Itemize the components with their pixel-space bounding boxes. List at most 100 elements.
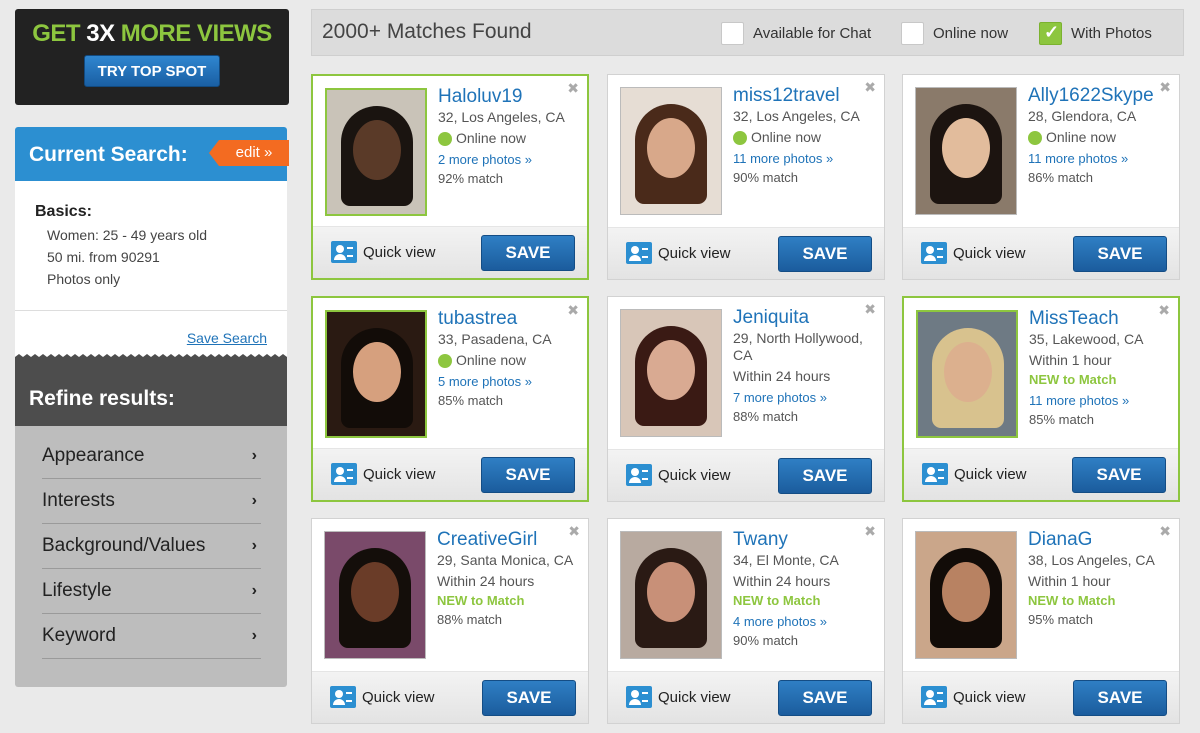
quick-view-button[interactable]: Quick view [626,242,731,264]
save-button[interactable]: SAVE [778,236,872,272]
photo-background [916,532,1016,658]
more-photos-link[interactable]: 2 more photos » [438,151,583,168]
quick-view-label: Quick view [658,688,731,706]
profile-name[interactable]: MissTeach [1029,308,1174,330]
photo-background [327,90,425,214]
card-footer: Quick view SAVE [312,671,588,723]
checkbox-checked[interactable] [1039,21,1062,45]
save-button[interactable]: SAVE [1072,457,1166,493]
filter-with-photos[interactable]: With Photos [1039,20,1152,46]
more-photos-link[interactable]: 11 more photos » [733,150,878,167]
refine-label: Lifestyle [42,580,112,601]
match-percent: 88% match [437,612,503,627]
save-button[interactable]: SAVE [482,680,576,716]
card-footer: Quick view SAVE [904,448,1178,500]
profile-card[interactable]: ✖ MissTeach 35, Lakewood, CA Within 1 hour N… [902,296,1180,502]
quick-view-button[interactable]: Quick view [922,463,1027,485]
profile-name[interactable]: miss12travel [733,85,878,107]
refine-item-background-values[interactable]: Background/Values › [42,524,261,569]
card-footer: Quick view SAVE [903,671,1179,723]
photo-face [353,342,401,402]
profile-photo[interactable] [620,87,722,215]
quick-view-button[interactable]: Quick view [626,464,731,486]
profile-photo[interactable] [620,309,722,437]
quick-view-button[interactable]: Quick view [330,686,435,708]
quick-view-button[interactable]: Quick view [921,686,1026,708]
status-text: Online now [751,129,822,145]
profile-card[interactable]: ✖ miss12travel 32, Los Angeles, CA Online n… [607,74,885,280]
quick-view-label: Quick view [363,465,436,483]
profile-name[interactable]: Haloluv19 [438,86,583,108]
profile-name[interactable]: Ally1622Skype [1028,85,1173,107]
profile-location: 29, North Hollywood, CA [733,330,863,363]
save-search-link[interactable]: Save Search [187,330,267,346]
profile-card-icon [922,463,948,485]
profile-photo[interactable] [324,531,426,659]
profile-photo[interactable] [916,310,1018,438]
checkbox[interactable] [901,21,924,45]
profile-info: DianaG 38, Los Angeles, CA Within 1 hour NE… [1028,529,1173,628]
edit-search-button[interactable]: edit » [209,140,289,166]
divider [15,310,287,311]
profile-photo[interactable] [915,87,1017,215]
match-percent: 90% match [733,170,799,185]
save-button[interactable]: SAVE [481,235,575,271]
profile-card[interactable]: ✖ CreativeGirl 29, Santa Monica, CA Within … [311,518,589,724]
profile-info: Jeniquita 29, North Hollywood, CA Within 2… [733,307,878,425]
save-button[interactable]: SAVE [481,457,575,493]
status-text: Online now [456,352,527,368]
profile-card[interactable]: ✖ tubastrea 33, Pasadena, CA Online now 5 mo… [311,296,589,502]
save-button[interactable]: SAVE [778,458,872,494]
profile-name[interactable]: Jeniquita [733,307,878,329]
profile-photo[interactable] [325,310,427,438]
refine-item-appearance[interactable]: Appearance › [42,434,261,479]
profile-name[interactable]: DianaG [1028,529,1173,551]
promo-banner[interactable]: GET 3X MORE VIEWS TRY TOP SPOT [15,9,289,105]
quick-view-button[interactable]: Quick view [331,463,436,485]
profile-location: 29, Santa Monica, CA [437,552,574,568]
photo-face [942,118,990,178]
refine-item-interests[interactable]: Interests › [42,479,261,524]
card-footer: Quick view SAVE [903,227,1179,279]
checkbox[interactable] [721,21,744,45]
profile-card[interactable]: ✖ Twany 34, El Monte, CA Within 24 hours NEW… [607,518,885,724]
save-button[interactable]: SAVE [778,680,872,716]
more-photos-link[interactable]: 11 more photos » [1029,392,1174,409]
promo-headline: GET 3X MORE VIEWS [15,21,289,47]
online-status: Online now [438,352,583,369]
profile-photo[interactable] [325,88,427,216]
refine-label: Background/Values [42,535,206,556]
new-to-match-badge: NEW to Match [733,593,821,608]
more-photos-link[interactable]: 4 more photos » [733,613,878,630]
filter-online-now[interactable]: Online now [901,20,1008,46]
profile-name[interactable]: Twany [733,529,878,551]
profile-card[interactable]: ✖ Jeniquita 29, North Hollywood, CA Within … [607,296,885,502]
try-top-spot-button[interactable]: TRY TOP SPOT [84,55,220,87]
profile-card-icon [921,686,947,708]
last-active-status: Within 24 hours [733,368,878,385]
profile-photo[interactable] [915,531,1017,659]
profile-card[interactable]: ✖ Haloluv19 32, Los Angeles, CA Online now 2… [311,74,589,280]
refine-item-lifestyle[interactable]: Lifestyle › [42,569,261,614]
save-button[interactable]: SAVE [1073,680,1167,716]
match-percent: 85% match [438,393,504,408]
online-status: Online now [1028,129,1173,146]
more-photos-link[interactable]: 7 more photos » [733,389,878,406]
status-text: Within 24 hours [733,368,831,384]
more-photos-link[interactable]: 5 more photos » [438,373,583,390]
quick-view-button[interactable]: Quick view [331,241,436,263]
profile-name[interactable]: CreativeGirl [437,529,582,551]
profile-location: 38, Los Angeles, CA [1028,552,1155,568]
filter-available-for-chat[interactable]: Available for Chat [721,20,871,46]
photo-background [621,310,721,436]
card-footer: Quick view SAVE [608,227,884,279]
profile-photo[interactable] [620,531,722,659]
refine-item-keyword[interactable]: Keyword › [42,614,261,659]
profile-card[interactable]: ✖ DianaG 38, Los Angeles, CA Within 1 hour N… [902,518,1180,724]
quick-view-button[interactable]: Quick view [921,242,1026,264]
profile-card[interactable]: ✖ Ally1622Skype 28, Glendora, CA Online now… [902,74,1180,280]
quick-view-button[interactable]: Quick view [626,686,731,708]
profile-name[interactable]: tubastrea [438,308,583,330]
more-photos-link[interactable]: 11 more photos » [1028,150,1173,167]
save-button[interactable]: SAVE [1073,236,1167,272]
